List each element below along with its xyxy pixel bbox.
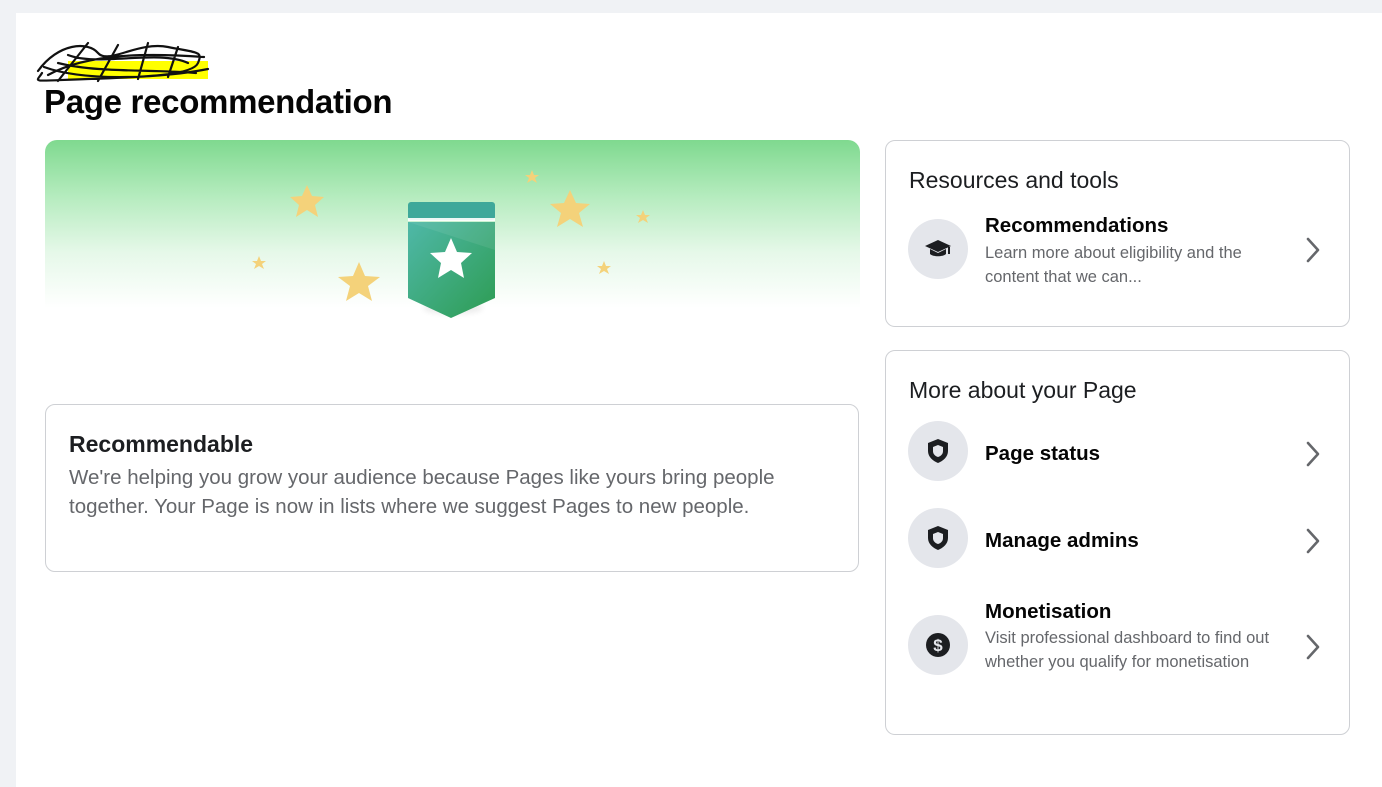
resources-heading: Resources and tools [909, 167, 1119, 193]
monetisation-link[interactable]: $ Monetisation Visit professional dashbo… [886, 598, 1349, 698]
page-title: Page recommendation [44, 83, 393, 120]
more-heading: More about your Page [909, 377, 1137, 403]
graduation-cap-icon [908, 219, 968, 279]
hero-banner [45, 140, 860, 345]
item-title: Monetisation [985, 600, 1112, 623]
chevron-right-icon [1306, 528, 1320, 554]
hero-illustration [252, 170, 650, 318]
redacted-scribble [36, 41, 210, 83]
more-about-page-card: More about your Page Page status Manage [885, 350, 1350, 735]
item-title: Page status [985, 442, 1101, 465]
recommendations-link[interactable]: Recommendations Learn more about eligibi… [886, 211, 1349, 301]
status-heading: Recommendable [69, 431, 254, 457]
shield-icon [908, 508, 968, 568]
svg-text:$: $ [933, 636, 943, 655]
badge-icon [408, 202, 495, 318]
item-description: Learn more about eligibility and the con… [985, 244, 1242, 286]
main-page: Page recommendation Recommendable We're … [16, 13, 1382, 787]
item-description: Visit professional dashboard to find out… [985, 629, 1270, 671]
status-description: We're helping you grow your audience bec… [69, 466, 775, 518]
shield-icon [908, 421, 968, 481]
chevron-right-icon [1306, 634, 1320, 660]
dollar-icon: $ [908, 615, 968, 675]
page-status-link[interactable]: Page status [886, 421, 1349, 491]
manage-admins-link[interactable]: Manage admins [886, 508, 1349, 578]
chevron-right-icon [1306, 441, 1320, 467]
recommendation-status-card: Recommendable We're helping you grow you… [45, 404, 859, 572]
resources-card: Resources and tools Recommendations Lear… [885, 140, 1350, 327]
item-title: Recommendations [985, 214, 1169, 237]
chevron-right-icon [1306, 237, 1320, 263]
item-title: Manage admins [985, 529, 1139, 552]
